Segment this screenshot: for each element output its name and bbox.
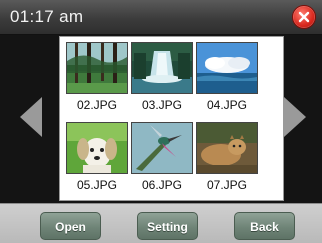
chevron-left-icon[interactable]: [18, 95, 44, 139]
chevron-right-icon[interactable]: [282, 95, 308, 139]
device-screen: 01:17 am 02.JPG 03.JPG 04.JPG 05.JPG 06.…: [0, 0, 322, 243]
thumbnail-image: [66, 122, 128, 174]
thumbnail-item[interactable]: 03.JPG: [131, 42, 193, 120]
thumbnail-filename: 03.JPG: [141, 98, 183, 112]
back-button[interactable]: Back: [234, 212, 295, 240]
thumbnail-image: [131, 42, 193, 94]
open-button[interactable]: Open: [40, 212, 101, 240]
bottom-toolbar: Open Setting Back: [0, 203, 322, 243]
clock: 01:17 am: [10, 7, 84, 26]
main-area: 02.JPG 03.JPG 04.JPG 05.JPG 06.JPG 07.JP…: [0, 35, 322, 203]
thumbnail-filename: 06.JPG: [141, 178, 183, 192]
title-bar: 01:17 am: [0, 0, 322, 35]
setting-button[interactable]: Setting: [137, 212, 198, 240]
thumbnail-image: [131, 122, 193, 174]
thumbnail-item[interactable]: 06.JPG: [131, 122, 193, 200]
thumbnail-filename: 02.JPG: [76, 98, 118, 112]
thumbnail-item[interactable]: 02.JPG: [66, 42, 128, 120]
thumbnail-item[interactable]: 05.JPG: [66, 122, 128, 200]
thumbnail-item[interactable]: 04.JPG: [196, 42, 258, 120]
thumbnail-filename: 04.JPG: [206, 98, 248, 112]
close-button[interactable]: [292, 5, 316, 29]
thumbnail-filename: 05.JPG: [76, 178, 118, 192]
thumbnail-item[interactable]: 07.JPG: [196, 122, 258, 200]
thumbnail-grid: 02.JPG 03.JPG 04.JPG 05.JPG 06.JPG 07.JP…: [59, 36, 284, 201]
thumbnail-image: [66, 42, 128, 94]
thumbnail-filename: 07.JPG: [206, 178, 248, 192]
thumbnail-image: [196, 42, 258, 94]
thumbnail-image: [196, 122, 258, 174]
close-icon: [298, 11, 310, 23]
